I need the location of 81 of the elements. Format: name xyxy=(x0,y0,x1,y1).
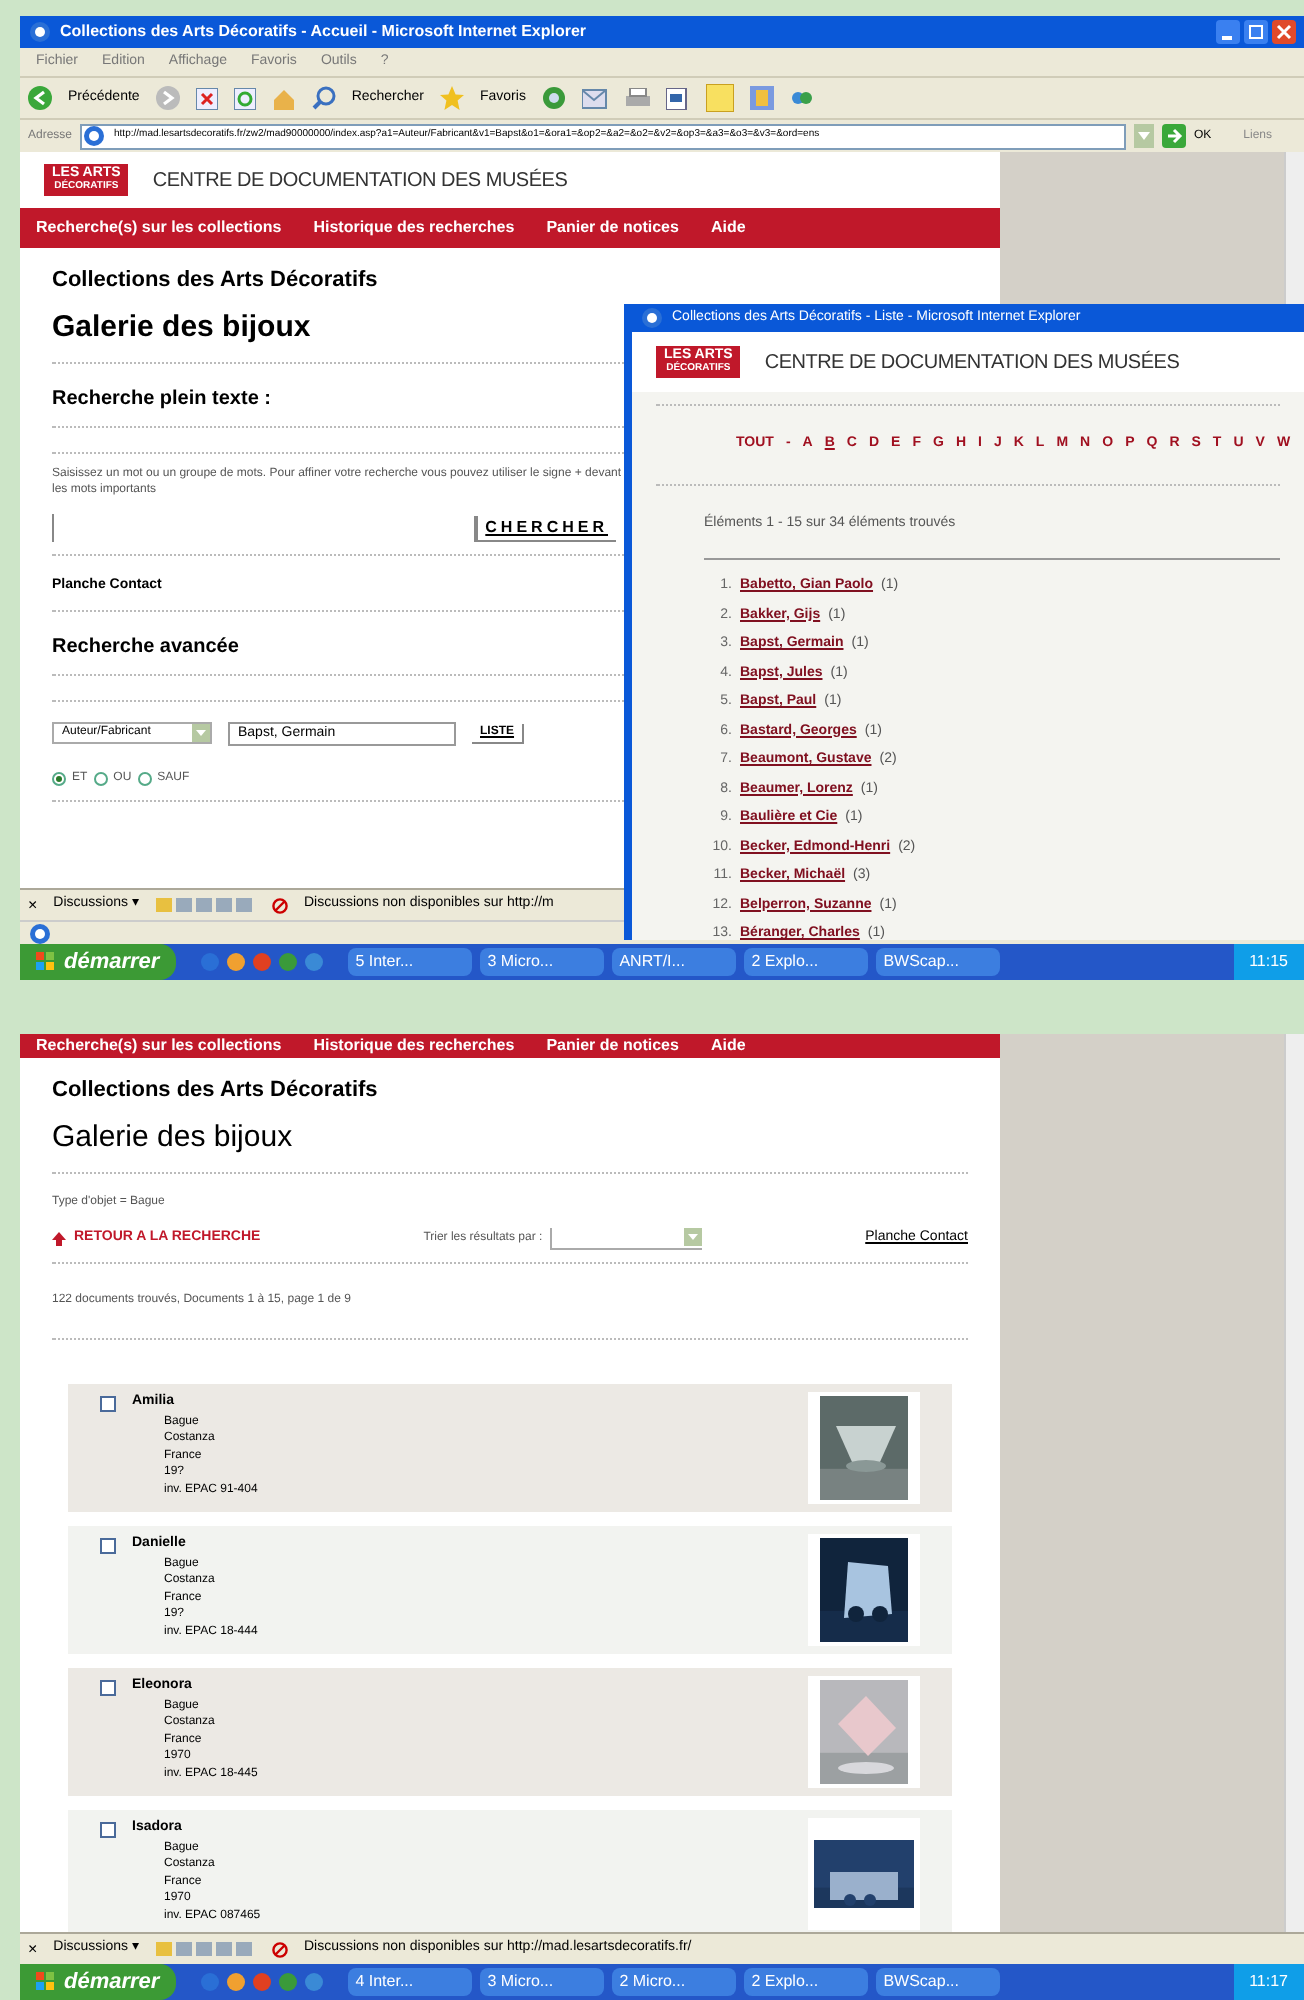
windows-icon xyxy=(36,952,56,972)
nav-link[interactable]: Aide xyxy=(710,216,746,240)
start-button[interactable]: démarrer xyxy=(20,944,176,980)
taskbar-button[interactable]: 2 Micro... xyxy=(611,1968,736,1996)
close-button[interactable]: × xyxy=(28,1937,38,1961)
nav-link[interactable]: Panier de notices xyxy=(546,1034,679,1058)
quick-launch-icon[interactable] xyxy=(303,1972,324,1992)
word-icon[interactable] xyxy=(665,87,690,109)
quick-launch-icon[interactable] xyxy=(277,1972,298,1992)
taskbar-button[interactable]: 5 Inter... xyxy=(347,948,472,976)
scrollbar[interactable] xyxy=(1284,1034,1304,1932)
page-title: Galerie des bijoux xyxy=(52,307,311,347)
browser-icon xyxy=(28,921,52,945)
quick-launch-icon[interactable] xyxy=(225,1972,246,1992)
dropdown-icon[interactable] xyxy=(1133,124,1154,148)
quick-launch-icon[interactable] xyxy=(303,952,324,972)
home-icon[interactable] xyxy=(271,87,296,109)
forward-icon[interactable] xyxy=(155,86,180,110)
quick-launch-icon[interactable] xyxy=(225,952,246,972)
search-icon[interactable] xyxy=(311,86,336,110)
site-heading: CENTRE DE DOCUMENTATION DES MUSÉES xyxy=(152,166,568,195)
close-icon[interactable] xyxy=(1272,20,1296,44)
messenger-icon[interactable] xyxy=(789,86,814,110)
taskbar-button[interactable]: 4 Inter... xyxy=(347,1968,472,1996)
star-icon[interactable] xyxy=(440,86,464,110)
taskbar-button[interactable]: 2 Explo... xyxy=(743,1968,868,1996)
browser-icon xyxy=(82,125,107,147)
refresh-icon[interactable] xyxy=(233,87,256,109)
back-icon[interactable] xyxy=(28,86,52,110)
collection-heading: Collections des Arts Décoratifs xyxy=(52,266,378,296)
minimize-icon[interactable] xyxy=(1216,20,1240,44)
close-button[interactable]: × xyxy=(28,893,38,917)
site-heading: CENTRE DE DOCUMENTATION DES MUSÉES xyxy=(764,348,1180,377)
taskbar-button[interactable]: 3 Micro... xyxy=(479,948,604,976)
blocked-icon xyxy=(271,897,288,913)
nav-link[interactable]: Recherche(s) sur les collections xyxy=(36,1034,282,1058)
quick-launch-icon[interactable] xyxy=(251,1972,272,1992)
checkbox[interactable] xyxy=(100,1822,116,1838)
collection-heading: Collections des Arts Décoratifs xyxy=(52,1076,378,1106)
taskbar-button[interactable]: 3 Micro... xyxy=(479,1968,604,1996)
nav-link[interactable]: Historique des recherches xyxy=(313,1034,515,1058)
browser-icon xyxy=(28,20,52,44)
go-icon[interactable] xyxy=(1161,124,1186,148)
media-icon[interactable] xyxy=(541,86,566,110)
nav-link[interactable]: Aide xyxy=(710,1034,746,1058)
stop-icon[interactable] xyxy=(195,87,218,109)
radio-button[interactable] xyxy=(93,771,108,785)
clock: 11:15 xyxy=(1249,950,1288,974)
checkbox[interactable] xyxy=(100,1396,116,1412)
start-button[interactable]: démarrer xyxy=(20,1964,176,2000)
section-heading: Recherche plein texte : xyxy=(52,386,271,414)
section-heading: Recherche avancée xyxy=(52,633,239,661)
dropdown-icon[interactable] xyxy=(684,1228,703,1246)
clock: 11:17 xyxy=(1249,1970,1288,1994)
mail-icon[interactable] xyxy=(581,87,610,109)
dropdown-icon[interactable] xyxy=(192,724,210,742)
page-title: Galerie des bijoux xyxy=(52,1117,293,1157)
radio-button[interactable] xyxy=(137,771,152,785)
blocked-icon xyxy=(271,1941,288,1957)
nav-link[interactable]: Recherche(s) sur les collections xyxy=(36,216,282,240)
nav-link[interactable]: Panier de notices xyxy=(546,216,679,240)
quick-launch-icon[interactable] xyxy=(277,952,298,972)
notes-icon[interactable] xyxy=(705,84,734,112)
taskbar-button[interactable]: ANRT/I... xyxy=(611,948,736,976)
up-arrow-icon xyxy=(52,1232,66,1246)
checkbox[interactable] xyxy=(100,1680,116,1696)
quick-launch-icon[interactable] xyxy=(251,952,272,972)
window-title: Collections des Arts Décoratifs - Accueil - Microsoft Internet Explorer xyxy=(60,20,587,44)
nav-link[interactable]: Historique des recherches xyxy=(313,216,515,240)
taskbar-button[interactable]: 2 Explo... xyxy=(743,948,868,976)
checkbox[interactable] xyxy=(100,1538,116,1554)
taskbar-button[interactable]: BWScap... xyxy=(875,948,1000,976)
print-icon[interactable] xyxy=(625,87,650,109)
sort-select[interactable] xyxy=(550,1228,703,1250)
maximize-icon[interactable] xyxy=(1244,20,1268,44)
taskbar-button[interactable]: BWScap... xyxy=(875,1968,1000,1996)
research-icon[interactable] xyxy=(749,86,774,110)
windows-icon xyxy=(36,1972,56,1992)
radio-button[interactable] xyxy=(52,771,66,785)
search-button[interactable]: CHERCHER xyxy=(473,515,616,541)
browser-icon xyxy=(640,306,664,330)
